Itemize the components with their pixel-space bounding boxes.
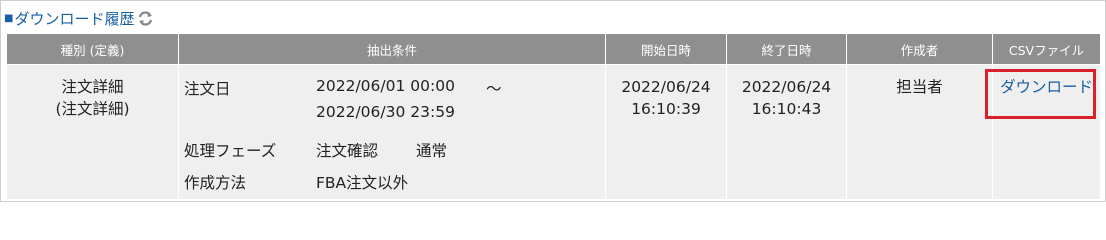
- section-title: ■ ダウンロード履歴: [4, 7, 154, 29]
- cell-type: 注文詳細 (注文詳細): [6, 64, 179, 200]
- start-time: 16:10:39: [631, 100, 701, 118]
- cond-method-value: FBA注文以外: [316, 174, 409, 192]
- download-history-table: 種別 (定義) 抽出条件 開始日時 終了日時 作成者 CSVファイル 注文詳細 …: [6, 33, 1101, 200]
- csv-download-link[interactable]: ダウンロード: [1000, 78, 1093, 96]
- creator-name: 担当者: [896, 78, 943, 96]
- cond-method-label: 作成方法: [184, 174, 247, 192]
- cond-order-date-to: 2022/06/30 23:59: [316, 103, 455, 121]
- header-csv-file: CSVファイル: [992, 33, 1101, 65]
- start-date: 2022/06/24: [621, 78, 711, 96]
- header-type: 種別 (定義): [6, 33, 179, 65]
- cond-phase-value-1: 注文確認: [316, 142, 379, 160]
- cond-order-date-from: 2022/06/01 00:00: [316, 77, 455, 95]
- header-start-time: 開始日時: [605, 33, 727, 65]
- cond-phase-value-2: 通常: [416, 142, 448, 160]
- header-end-time: 終了日時: [726, 33, 847, 65]
- type-name: 注文詳細: [61, 78, 124, 96]
- cell-end-time: 2022/06/24 16:10:43: [726, 64, 847, 200]
- table-row: 注文詳細 (注文詳細) 注文日 2022/06/01 00:00 ～ 2022/…: [6, 64, 1101, 200]
- end-time: 16:10:43: [751, 100, 822, 118]
- cell-creator: 担当者: [846, 64, 993, 200]
- cond-phase-label: 処理フェーズ: [184, 142, 277, 160]
- section-title-text: ダウンロード履歴: [14, 9, 135, 28]
- header-conditions: 抽出条件: [178, 33, 606, 65]
- cell-conditions: 注文日 2022/06/01 00:00 ～ 2022/06/30 23:59 …: [178, 64, 606, 200]
- cond-order-date-separator: ～: [486, 80, 502, 98]
- cell-start-time: 2022/06/24 16:10:39: [605, 64, 727, 200]
- header-creator: 作成者: [846, 33, 993, 65]
- type-definition: (注文詳細): [55, 100, 130, 118]
- cell-csv-file: ダウンロード: [992, 64, 1101, 200]
- end-date: 2022/06/24: [741, 78, 832, 96]
- cond-order-date-label: 注文日: [184, 80, 231, 98]
- title-marker: ■: [4, 12, 14, 24]
- table-header-row: 種別 (定義) 抽出条件 開始日時 終了日時 作成者 CSVファイル: [6, 33, 1101, 65]
- refresh-icon[interactable]: [137, 10, 154, 27]
